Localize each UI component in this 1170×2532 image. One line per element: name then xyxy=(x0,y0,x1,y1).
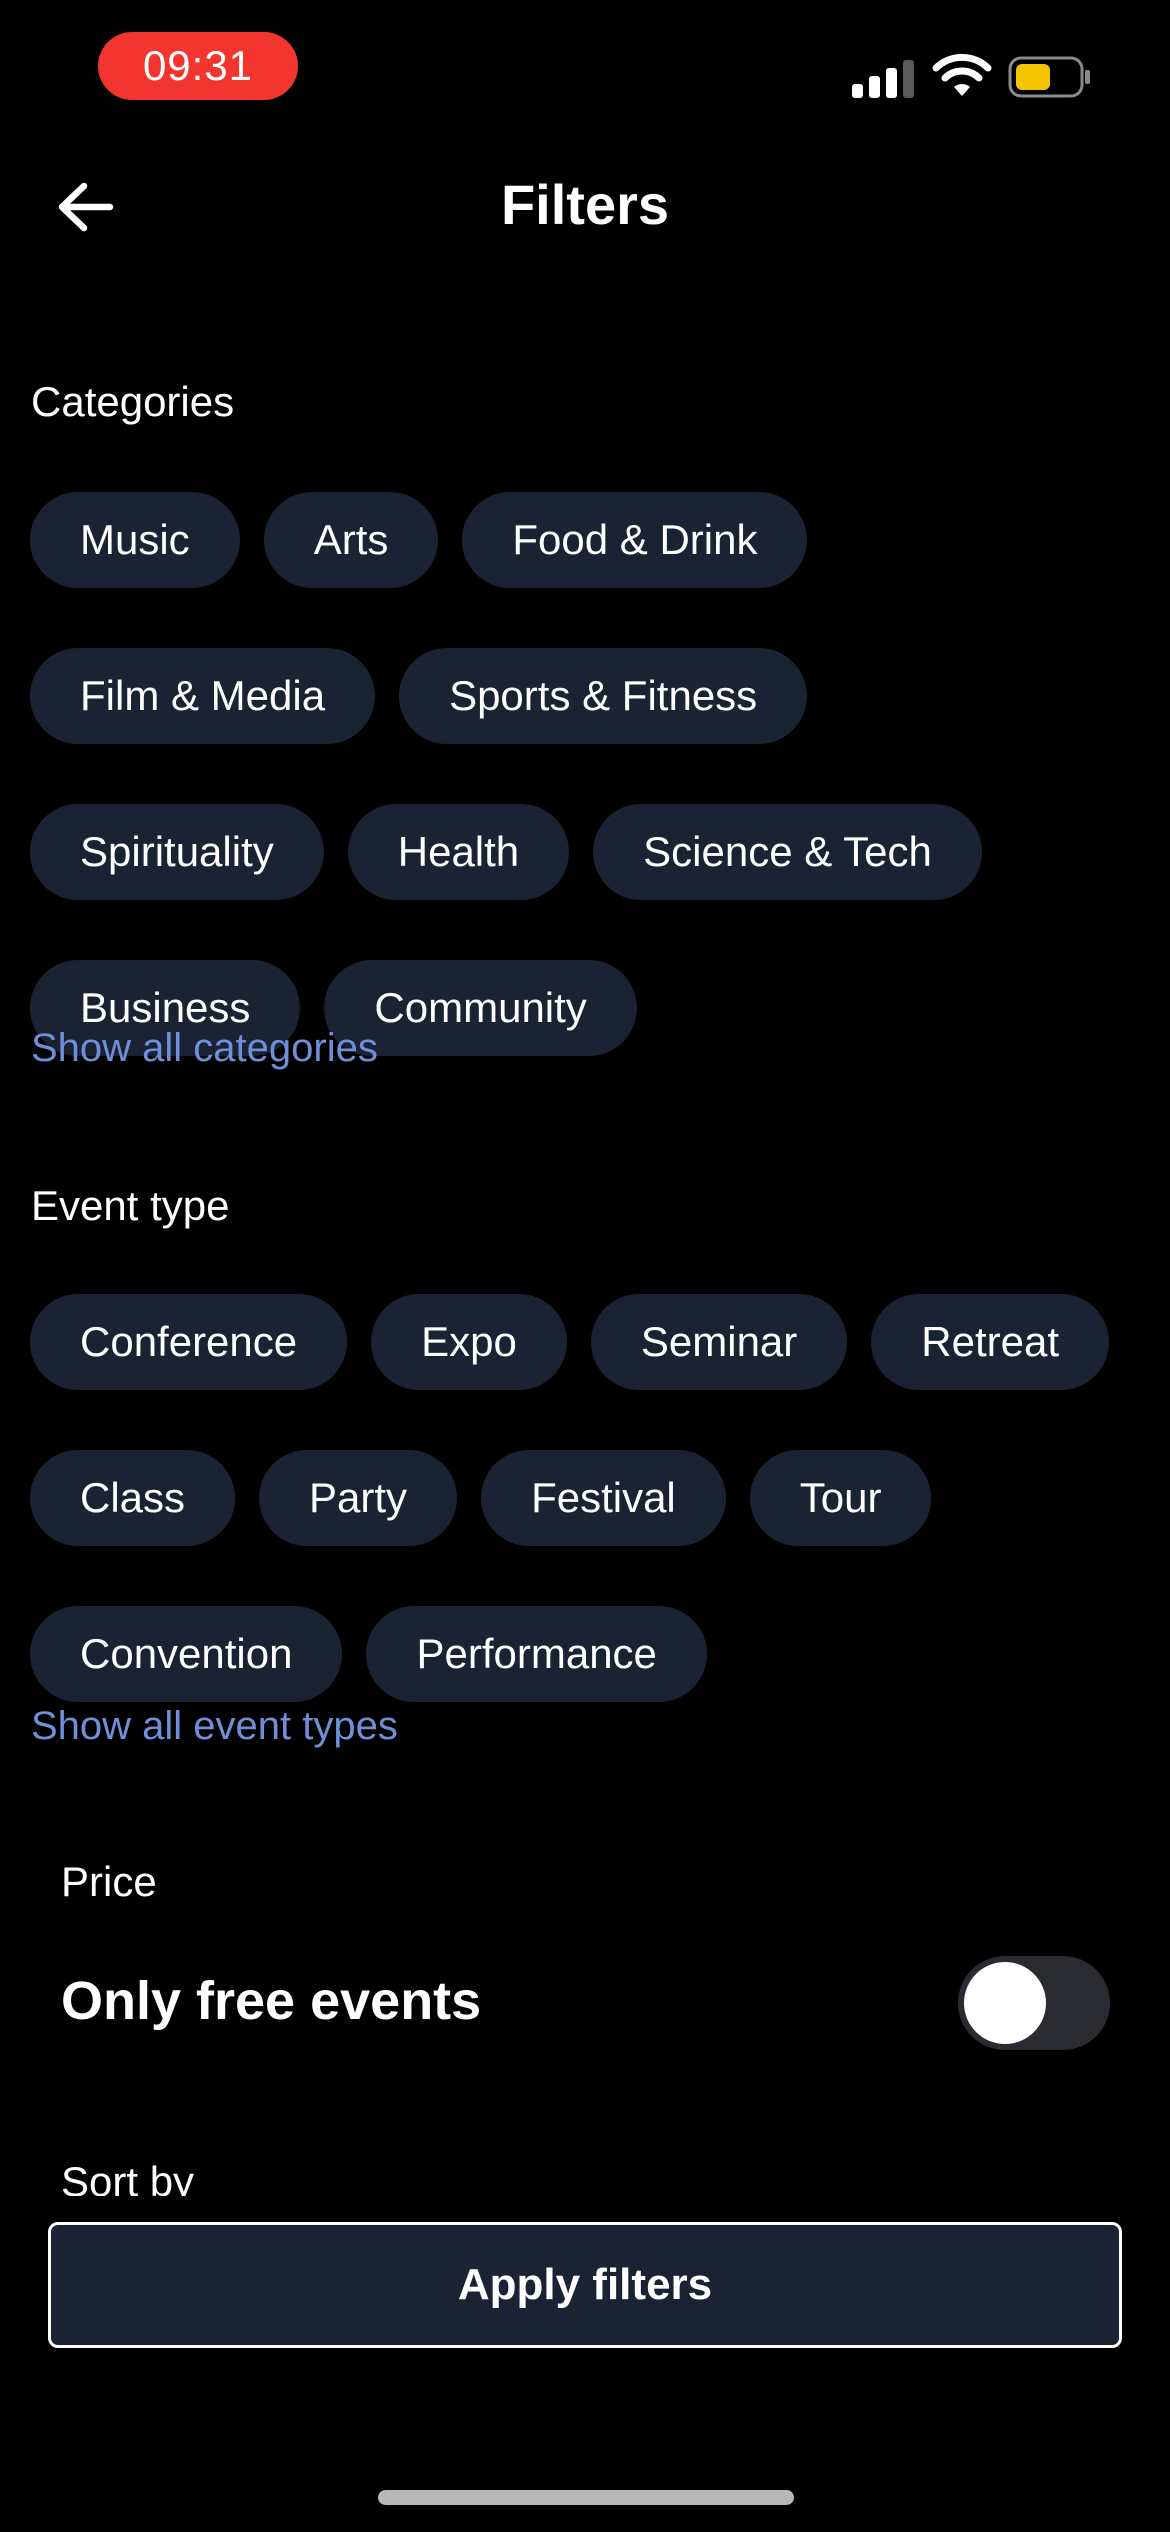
chip-arts[interactable]: Arts xyxy=(263,492,439,588)
chip-class[interactable]: Class xyxy=(30,1450,236,1546)
chip-convention[interactable]: Convention xyxy=(30,1606,343,1702)
apply-filters-button[interactable]: Apply filters xyxy=(48,2222,1122,2348)
chip-festival[interactable]: Festival xyxy=(481,1450,726,1546)
chip-performance[interactable]: Performance xyxy=(366,1606,707,1702)
toggle-knob xyxy=(964,1962,1046,2044)
page-title: Filters xyxy=(500,173,670,236)
show-all-categories-link[interactable]: Show all categories xyxy=(31,1026,378,1071)
filters-screen: 09:31 Filters Categories Music Arts Food… xyxy=(0,0,1170,2532)
chip-conference[interactable]: Conference xyxy=(30,1294,348,1390)
chip-expo[interactable]: Expo xyxy=(371,1294,567,1390)
chip-tour[interactable]: Tour xyxy=(749,1450,932,1546)
chip-music[interactable]: Music xyxy=(30,492,240,588)
cellular-signal-icon xyxy=(852,58,914,98)
sort-by-label: Sort by xyxy=(61,2158,195,2196)
status-bar: 09:31 xyxy=(0,0,1170,140)
price-label: Price xyxy=(61,1858,157,1905)
status-time: 09:31 xyxy=(98,32,298,100)
chip-retreat[interactable]: Retreat xyxy=(871,1294,1110,1390)
battery-icon xyxy=(1008,56,1090,98)
chip-spirituality[interactable]: Spirituality xyxy=(30,804,324,900)
event-type-label: Event type xyxy=(31,1182,230,1229)
wifi-icon xyxy=(932,53,992,96)
chip-party[interactable]: Party xyxy=(259,1450,458,1546)
only-free-events-label: Only free events xyxy=(61,1971,482,2031)
header: Filters xyxy=(0,150,1170,260)
event-type-chips: Conference Expo Seminar Retreat Class Pa… xyxy=(30,1294,1150,1702)
home-indicator[interactable] xyxy=(378,2490,794,2505)
chip-food-drink[interactable]: Food & Drink xyxy=(462,492,808,588)
only-free-events-toggle[interactable] xyxy=(958,1956,1110,2050)
category-chips: Music Arts Food & Drink Film & Media Spo… xyxy=(30,492,1150,1056)
categories-label: Categories xyxy=(31,378,235,425)
chip-seminar[interactable]: Seminar xyxy=(590,1294,848,1390)
chip-sports-fitness[interactable]: Sports & Fitness xyxy=(399,648,808,744)
chip-health[interactable]: Health xyxy=(347,804,570,900)
chip-science-tech[interactable]: Science & Tech xyxy=(593,804,982,900)
chip-film-media[interactable]: Film & Media xyxy=(30,648,376,744)
show-all-event-types-link[interactable]: Show all event types xyxy=(31,1704,398,1749)
